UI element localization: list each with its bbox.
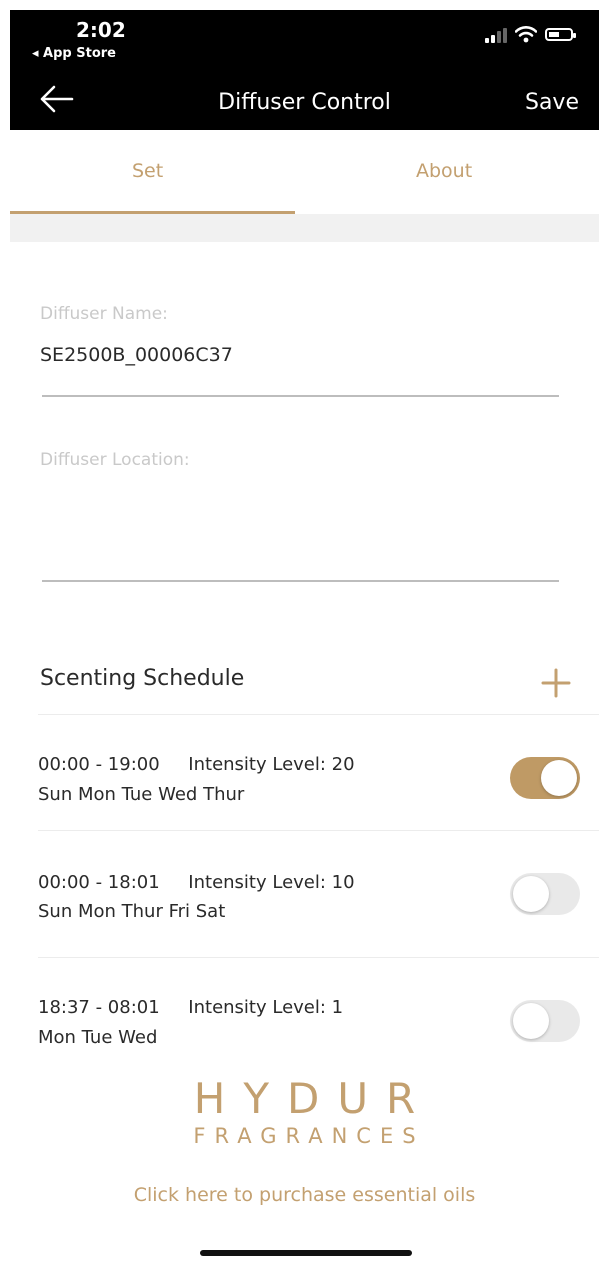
schedule-divider [38, 830, 599, 831]
cellular-signal-icon [485, 27, 507, 43]
battery-icon [545, 28, 576, 41]
save-button[interactable]: Save [525, 90, 579, 115]
scenting-schedule-title: Scenting Schedule [40, 666, 245, 691]
tab-about[interactable]: About [416, 160, 472, 182]
brand-name: HYDUR [193, 1074, 434, 1123]
schedule-row-3-toggle[interactable] [510, 1000, 580, 1042]
tab-bar: Set About [10, 130, 599, 214]
status-bar: 2:02 ◂ App Store [10, 10, 599, 70]
schedule-row-1-time-intensity: 00:00 - 19:00 Intensity Level: 20 [38, 754, 355, 775]
schedule-row-1-toggle[interactable] [510, 757, 580, 799]
page-title: Diffuser Control [218, 90, 391, 115]
add-schedule-plus-icon[interactable] [539, 666, 573, 700]
home-indicator[interactable] [200, 1250, 412, 1256]
hydur-fragrances-logo: HYDUR FRAGRANCES [10, 1074, 599, 1149]
schedule-row-2-toggle[interactable] [510, 873, 580, 915]
diffuser-name-label: Diffuser Name: [40, 304, 168, 324]
diffuser-name-underline [42, 395, 559, 397]
wifi-icon [515, 26, 537, 43]
schedule-row-1-days: Sun Mon Tue Wed Thur [38, 784, 245, 805]
diffuser-location-underline [42, 580, 559, 582]
section-divider [10, 214, 599, 242]
schedule-row-2-days: Sun Mon Thur Fri Sat [38, 901, 226, 922]
status-time: 2:02 [76, 18, 126, 42]
diffuser-location-label: Diffuser Location: [40, 450, 190, 470]
purchase-oils-link[interactable]: Click here to purchase essential oils [10, 1184, 599, 1206]
schedule-row-2-time-intensity: 00:00 - 18:01 Intensity Level: 10 [38, 872, 355, 893]
status-icons [485, 26, 576, 43]
navigation-bar: Diffuser Control Save [10, 70, 599, 130]
tab-set[interactable]: Set [132, 160, 163, 182]
schedule-divider [38, 957, 599, 958]
back-to-app-store-link[interactable]: ◂ App Store [32, 46, 116, 61]
schedule-divider [38, 714, 599, 715]
diffuser-name-input[interactable]: SE2500B_00006C37 [40, 344, 233, 366]
schedule-row-3-time-intensity: 18:37 - 08:01 Intensity Level: 1 [38, 997, 344, 1018]
schedule-row-3-days: Mon Tue Wed [38, 1027, 158, 1048]
diffuser-location-input[interactable] [40, 500, 557, 560]
brand-subtitle: FRAGRANCES [193, 1124, 425, 1148]
phone-screen: 2:02 ◂ App Store Diffuser Control Save S… [10, 10, 599, 1267]
